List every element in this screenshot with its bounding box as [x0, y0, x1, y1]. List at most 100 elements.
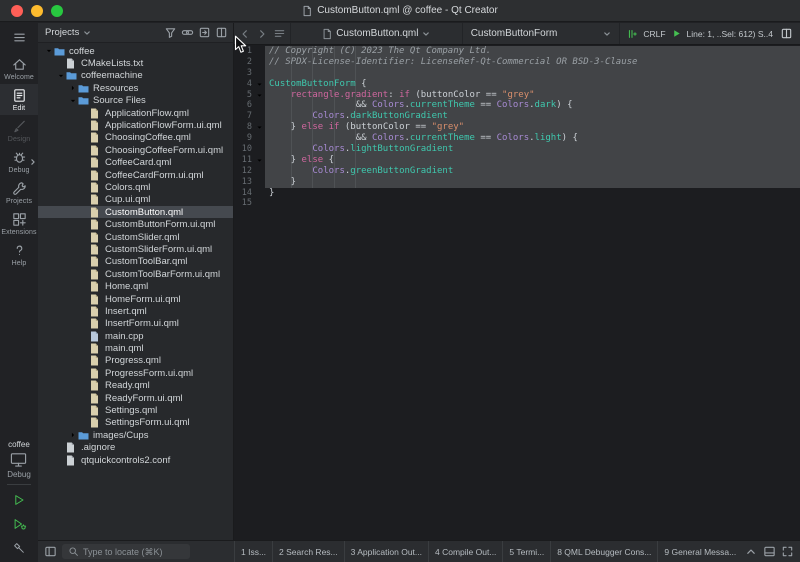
tree-item-insertform-ui-qml[interactable]: InsertForm.ui.qml — [38, 318, 233, 330]
mode-item-extensions[interactable]: Extensions — [0, 208, 38, 239]
tree-item-qtquickcontrols2-conf[interactable]: qtquickcontrols2.conf — [38, 454, 233, 466]
tree-item-main-qml[interactable]: main.qml — [38, 342, 233, 354]
output-pane-button-1[interactable]: 1 Iss... — [235, 541, 273, 562]
code-line-1[interactable]: 1// Copyright (C) 2023 The Qt Company Lt… — [234, 46, 800, 57]
output-pane-button-4[interactable]: 4 Compile Out... — [429, 541, 503, 562]
tree-item-resources[interactable]: Resources — [38, 82, 233, 94]
code-line-15[interactable]: 15 — [234, 198, 800, 209]
tree-item-coffeemachine[interactable]: coffeemachine — [38, 70, 233, 82]
tree-item-customtoolbarform-ui-qml[interactable]: CustomToolBarForm.ui.qml — [38, 268, 233, 280]
run-button[interactable] — [6, 489, 32, 511]
code-line-10[interactable]: 10 Colors.lightButtonGradient — [234, 144, 800, 155]
filter-button[interactable] — [162, 25, 178, 41]
output-pane-button-5[interactable]: 5 Termi... — [503, 541, 551, 562]
collapse-icon[interactable] — [44, 47, 54, 55]
mode-item-welcome[interactable]: Welcome — [0, 53, 38, 84]
mode-item-projects[interactable]: Projects — [0, 177, 38, 208]
output-pane-button-7[interactable]: 9 General Messa... — [658, 541, 738, 562]
code-line-7[interactable]: 7 Colors.darkButtonGradient — [234, 111, 800, 122]
mode-item-edit[interactable]: Edit — [0, 84, 38, 115]
tree-item-choosingcoffeeform-ui-qml[interactable]: ChoosingCoffeeForm.ui.qml — [38, 144, 233, 156]
output-pane-button-3[interactable]: 3 Application Out... — [345, 541, 429, 562]
go-back-button[interactable] — [237, 26, 253, 42]
tree-item-customtoolbar-qml[interactable]: CustomToolBar.qml — [38, 256, 233, 268]
tree-item-customslider-qml[interactable]: CustomSlider.qml — [38, 231, 233, 243]
symbol-dropdown[interactable]: CustomButtonForm — [462, 23, 620, 44]
collapse-icon[interactable] — [56, 72, 66, 80]
tree-item-homeform-ui-qml[interactable]: HomeForm.ui.qml — [38, 293, 233, 305]
tree-item-coffeecard-qml[interactable]: CoffeeCard.qml — [38, 157, 233, 169]
locator-input[interactable] — [83, 547, 184, 557]
output-pane-button-2[interactable]: 2 Search Res... — [273, 541, 345, 562]
tree-item-colors-qml[interactable]: Colors.qml — [38, 181, 233, 193]
qml-preview-icon[interactable] — [671, 28, 682, 39]
panel-selector-dropdown[interactable]: Projects — [42, 27, 162, 38]
mode-item-help[interactable]: Help — [0, 239, 38, 270]
fold-marker-icon[interactable] — [254, 79, 265, 90]
sync-button[interactable] — [196, 25, 212, 41]
code-line-12[interactable]: 12 Colors.greenButtonGradient — [234, 166, 800, 177]
code-line-4[interactable]: 4CustomButtonForm { — [234, 79, 800, 90]
fold-marker-icon[interactable] — [254, 155, 265, 166]
minimize-window-button[interactable] — [31, 5, 43, 17]
split-button[interactable] — [213, 25, 229, 41]
zoom-window-button[interactable] — [51, 5, 63, 17]
tree-item-custombutton-qml[interactable]: CustomButton.qml — [38, 206, 233, 218]
kit-selector[interactable]: coffee Debug — [7, 440, 31, 479]
open-documents-button[interactable] — [271, 26, 287, 42]
tree-item-readyform-ui-qml[interactable]: ReadyForm.ui.qml — [38, 392, 233, 404]
code-line-8[interactable]: 8 } else if (buttonColor == "grey" — [234, 122, 800, 133]
build-button[interactable] — [6, 537, 32, 559]
tree-item-coffee[interactable]: coffee — [38, 45, 233, 57]
fold-marker-icon[interactable] — [254, 122, 265, 133]
line-ending-indicator[interactable]: CRLF — [643, 29, 665, 39]
maximize-button[interactable] — [779, 544, 795, 560]
chevron-up-button[interactable] — [743, 544, 759, 560]
tree-item-coffeecardform-ui-qml[interactable]: CoffeeCardForm.ui.qml — [38, 169, 233, 181]
split-editor-button[interactable] — [778, 26, 794, 42]
tree-item-customsliderform-ui-qml[interactable]: CustomSliderForm.ui.qml — [38, 243, 233, 255]
main-menu-button[interactable] — [10, 29, 28, 45]
code-line-2[interactable]: 2// SPDX-License-Identifier: LicenseRef-… — [234, 57, 800, 68]
code-line-3[interactable]: 3 — [234, 68, 800, 79]
code-editor[interactable]: 1// Copyright (C) 2023 The Qt Company Lt… — [234, 45, 800, 540]
vcs-diff-icon[interactable] — [626, 28, 638, 40]
go-forward-button[interactable] — [254, 26, 270, 42]
mode-item-debug[interactable]: Debug — [0, 146, 38, 177]
tree-item-custombuttonform-ui-qml[interactable]: CustomButtonForm.ui.qml — [38, 218, 233, 230]
tree-item-choosingcoffee-qml[interactable]: ChoosingCoffee.qml — [38, 132, 233, 144]
document-dropdown[interactable]: CustomButton.qml — [290, 23, 462, 44]
locator[interactable] — [62, 544, 190, 559]
tree-item-source-files[interactable]: Source Files — [38, 95, 233, 107]
debug-run-button[interactable] — [6, 513, 32, 535]
output-pane-button-6[interactable]: 8 QML Debugger Cons... — [551, 541, 658, 562]
expand-icon[interactable] — [68, 84, 78, 92]
tree-item-insert-qml[interactable]: Insert.qml — [38, 305, 233, 317]
expand-icon[interactable] — [68, 431, 78, 439]
tree-item-applicationflowform-ui-qml[interactable]: ApplicationFlowForm.ui.qml — [38, 119, 233, 131]
tree-item-applicationflow-qml[interactable]: ApplicationFlow.qml — [38, 107, 233, 119]
collapse-icon[interactable] — [68, 97, 78, 105]
tree-item-cmakelists-txt[interactable]: CMakeLists.txt — [38, 57, 233, 69]
tree-item-home-qml[interactable]: Home.qml — [38, 280, 233, 292]
tree-item-settingsform-ui-qml[interactable]: SettingsForm.ui.qml — [38, 417, 233, 429]
fold-marker-icon[interactable] — [254, 90, 265, 101]
toggle-left-sidebar-button[interactable] — [42, 544, 58, 560]
tree-item-settings-qml[interactable]: Settings.qml — [38, 404, 233, 416]
code-line-9[interactable]: 9 && Colors.currentTheme == Colors.light… — [234, 133, 800, 144]
tree-item-main-cpp[interactable]: main.cpp — [38, 330, 233, 342]
tree-item-cup-ui-qml[interactable]: Cup.ui.qml — [38, 194, 233, 206]
panel-bottom-button[interactable] — [761, 544, 777, 560]
code-line-11[interactable]: 11 } else { — [234, 155, 800, 166]
close-window-button[interactable] — [11, 5, 23, 17]
tree-item-images-cups[interactable]: images/Cups — [38, 429, 233, 441]
link-button[interactable] — [179, 25, 195, 41]
tree-item-progressform-ui-qml[interactable]: ProgressForm.ui.qml — [38, 367, 233, 379]
code-line-14[interactable]: 14} — [234, 188, 800, 199]
tree-item--aignore[interactable]: .aignore — [38, 442, 233, 454]
tree-item-progress-qml[interactable]: Progress.qml — [38, 355, 233, 367]
code-line-6[interactable]: 6 && Colors.currentTheme == Colors.dark)… — [234, 100, 800, 111]
code-line-13[interactable]: 13 } — [234, 177, 800, 188]
code-line-5[interactable]: 5 rectangle.gradient: if (buttonColor ==… — [234, 90, 800, 101]
tree-item-ready-qml[interactable]: Ready.qml — [38, 380, 233, 392]
